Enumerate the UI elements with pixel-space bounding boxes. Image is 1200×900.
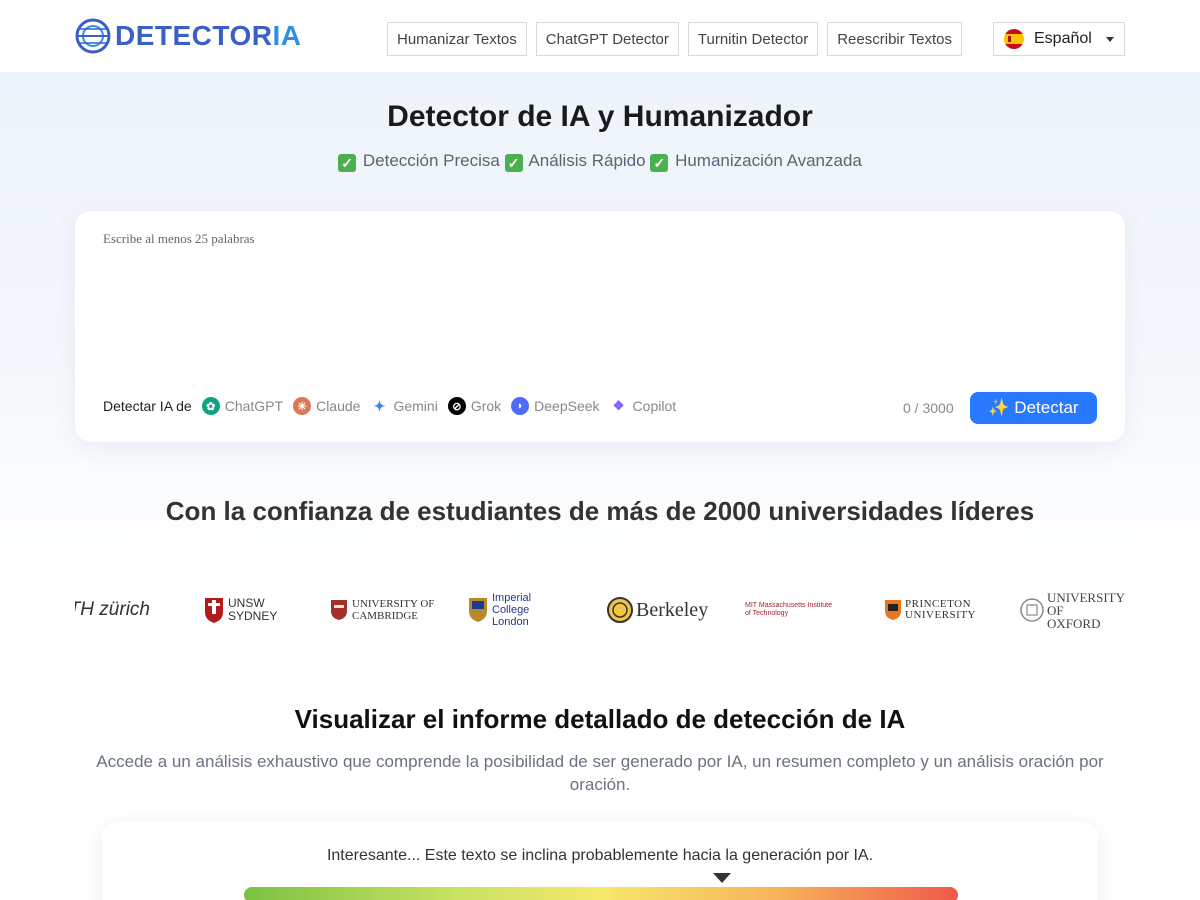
cambridge-crest-icon: [331, 600, 347, 620]
deepseek-icon: ◗: [511, 397, 530, 415]
report-verdict: Interesante... Este texto se inclina pro…: [326, 847, 874, 864]
model-copilot[interactable]: ❖ Copilot: [609, 397, 677, 415]
nav-turnitin-detector[interactable]: Turnitin Detector: [687, 22, 819, 56]
claude-icon: ✳: [293, 397, 312, 415]
nav-reescribir-textos[interactable]: Reescribir Textos: [827, 22, 962, 56]
main-nav: Humanizar Textos ChatGPT Detector Turnit…: [387, 22, 971, 56]
model-gemini[interactable]: ✦ Gemini: [370, 397, 438, 415]
berkeley-seal-icon: [607, 597, 633, 623]
university-logo-eth: ETH zürich: [75, 588, 150, 632]
site-header: DETECTORIA Humanizar Textos ChatGPT Dete…: [0, 0, 1200, 72]
word-counter: 0 / 3000: [903, 400, 954, 416]
report-preview: Interesante... Este texto se inclina pro…: [102, 822, 1098, 900]
unsw-crest-icon: [205, 598, 223, 623]
language-select[interactable]: Español: [993, 22, 1125, 56]
feature-item: Detección Precisa: [362, 151, 500, 170]
logo-text-main: DETECTOR: [115, 20, 273, 51]
university-logos: ETH zürich UNSW SYDNEY UNIVERSITY OF CAM…: [0, 588, 1200, 632]
logo-text: DETECTORIA: [115, 20, 302, 52]
university-name: Imperial College London: [492, 592, 532, 628]
model-chatgpt[interactable]: ✿ ChatGPT: [201, 397, 284, 415]
model-label: Claude: [316, 398, 361, 414]
check-icon: ✓: [650, 154, 669, 172]
university-name: Berkeley: [636, 599, 709, 621]
university-logo-cambridge: UNIVERSITY OF CAMBRIDGE: [330, 588, 448, 632]
page-title: Detector de IA y Humanizador: [387, 100, 813, 133]
university-logo-imperial: Imperial College London: [468, 588, 564, 632]
model-label: Grok: [470, 398, 502, 414]
university-name: UNSW SYDNEY: [228, 596, 278, 623]
princeton-shield-icon: [885, 600, 901, 620]
university-name: PRINCETON UNIVERSITY: [905, 598, 976, 621]
check-icon: ✓: [504, 154, 523, 172]
detector-card: Detectar IA de ✿ ChatGPT ✳ Claude ✦ Gemi…: [75, 211, 1125, 442]
model-claude[interactable]: ✳ Claude: [293, 397, 360, 415]
grok-icon: ⊘: [447, 397, 466, 415]
model-label: Copilot: [632, 398, 677, 414]
feature-item: Análisis Rápido: [528, 151, 646, 170]
model-grok[interactable]: ⊘ Grok: [447, 397, 502, 415]
feature-list: ✓ Detección Precisa ✓ Análisis Rápido ✓ …: [0, 151, 1200, 172]
university-logo-unsw: UNSW SYDNEY: [204, 588, 278, 632]
chevron-down-icon: [1106, 37, 1114, 42]
university-name: MIT Massachusetts Institute of Technolog…: [745, 602, 833, 617]
university-name: UNIVERSITY OF OXFORD: [1047, 589, 1125, 631]
university-name: UNIVERSITY OF CAMBRIDGE: [352, 598, 435, 622]
report-description: Accede a un análisis exhaustivo que comp…: [96, 752, 1104, 794]
university-logo-princeton: PRINCETON UNIVERSITY: [884, 588, 976, 632]
university-name: ETH zürich: [75, 599, 150, 620]
logo-globe-icon: [75, 18, 111, 54]
model-label: DeepSeek: [534, 398, 600, 414]
logo[interactable]: DETECTORIA: [75, 17, 302, 55]
model-label: Gemini: [393, 398, 438, 414]
feature-item: Humanización Avanzada: [675, 151, 862, 170]
trust-title: Con la confianza de estudiantes de más d…: [165, 496, 1035, 526]
imperial-crest-icon: [469, 598, 487, 622]
model-list: Detectar IA de ✿ ChatGPT ✳ Claude ✦ Gemi…: [103, 397, 686, 415]
gauge-pointer-icon: [713, 873, 732, 883]
university-logo-mit: MIT Massachusetts Institute of Technolog…: [745, 588, 839, 632]
logo-text-accent: IA: [272, 20, 302, 51]
gemini-icon: ✦: [370, 397, 389, 415]
oxford-crest-icon: [1020, 598, 1044, 622]
text-input[interactable]: [103, 231, 1093, 381]
university-logo-berkeley: Berkeley: [607, 588, 708, 632]
detect-label: Detectar IA de: [103, 398, 192, 414]
nav-chatgpt-detector[interactable]: ChatGPT Detector: [535, 22, 679, 56]
spain-flag-icon: [1004, 29, 1024, 49]
report-title: Visualizar el informe detallado de detec…: [294, 704, 906, 734]
ai-likelihood-gauge: [244, 887, 958, 900]
model-deepseek[interactable]: ◗ DeepSeek: [511, 397, 600, 415]
chatgpt-icon: ✿: [201, 397, 220, 415]
detect-button[interactable]: ✨ Detectar: [970, 392, 1097, 424]
university-logo-oxford: UNIVERSITY OF OXFORD: [1020, 588, 1125, 632]
copilot-icon: ❖: [609, 397, 628, 415]
check-icon: ✓: [338, 154, 357, 172]
language-label: Español: [1034, 30, 1092, 47]
model-label: ChatGPT: [224, 398, 284, 414]
nav-humanizar-textos[interactable]: Humanizar Textos: [387, 22, 527, 56]
